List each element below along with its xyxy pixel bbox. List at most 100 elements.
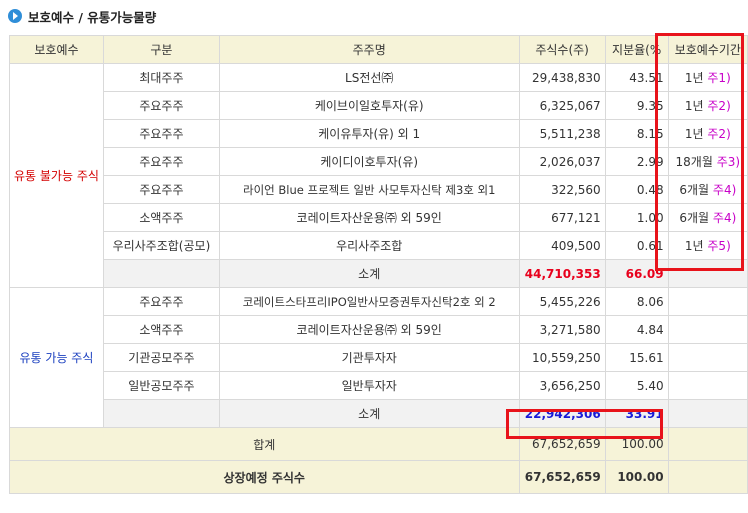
- listing-label: 상장예정 주식수: [9, 460, 520, 494]
- total-row: 합계 67,652,659 100.00: [9, 427, 748, 461]
- footnote-ref: 주5): [707, 239, 731, 253]
- row-period: [667, 371, 748, 400]
- row-ratio: 8.06: [604, 287, 669, 316]
- row-holder: LS전선㈜: [218, 63, 520, 92]
- row-ratio: 0.61: [604, 231, 669, 260]
- group-locked-label: 유통 불가능 주식: [9, 63, 104, 288]
- row-holder: 케이유투자(유) 외 1: [218, 119, 520, 148]
- row-type: 주요주주: [102, 119, 220, 148]
- footnote-ref: 주3): [716, 155, 741, 169]
- row-period: 1년 주2): [667, 91, 748, 120]
- row-ratio: 1.00: [604, 203, 669, 232]
- table-row: 소액주주 코레이트자산운용㈜ 외 59인 677,121 1.00 6개월 주4…: [10, 203, 748, 232]
- subtotal-shares: 44,710,353: [518, 259, 606, 288]
- row-shares: 3,271,580: [518, 315, 606, 344]
- row-shares: 3,656,250: [518, 371, 606, 400]
- row-shares: 5,455,226: [518, 287, 606, 316]
- row-holder: 일반투자자: [218, 371, 520, 400]
- footnote-ref: 주2): [707, 127, 731, 141]
- section-title: 보호예수 / 유통가능물량: [8, 6, 156, 26]
- row-holder: 코레이트자산운용㈜ 외 59인: [218, 203, 520, 232]
- row-type: 기관공모주주: [102, 343, 220, 372]
- table-row: 주요주주 라이언 Blue 프로젝트 일반 사모투자신탁 제3호 외1 322,…: [10, 175, 748, 204]
- row-shares: 677,121: [518, 203, 606, 232]
- row-shares: 2,026,037: [518, 147, 606, 176]
- row-period: [667, 315, 748, 344]
- row-ratio: 43.51: [604, 63, 669, 92]
- locked-subtotal-row: 소계 44,710,353 66.09: [10, 259, 748, 288]
- row-ratio: 2.99: [604, 147, 669, 176]
- total-shares: 67,652,659: [518, 427, 606, 461]
- row-ratio: 8.15: [604, 119, 669, 148]
- row-ratio: 15.61: [604, 343, 669, 372]
- table-row: 주요주주 케이유투자(유) 외 1 5,511,238 8.15 1년 주2): [10, 119, 748, 148]
- subtotal-label: 소계: [218, 399, 520, 428]
- total-ratio: 100.00: [604, 427, 669, 461]
- row-ratio: 5.40: [604, 371, 669, 400]
- listing-shares: 67,652,659: [518, 460, 606, 494]
- header-group: 보호예수: [9, 35, 104, 64]
- row-shares: 6,325,067: [518, 91, 606, 120]
- row-holder: 케이디이호투자(유): [218, 147, 520, 176]
- row-type: 주요주주: [102, 287, 220, 316]
- row-period: 6개월 주4): [667, 175, 748, 204]
- footnote-ref: 주2): [707, 99, 731, 113]
- row-shares: 5,511,238: [518, 119, 606, 148]
- row-shares: 409,500: [518, 231, 606, 260]
- header-shares: 주식수(주): [518, 35, 606, 64]
- footnote-ref: 주4): [712, 183, 737, 197]
- group-free-label: 유통 가능 주식: [9, 287, 104, 428]
- row-ratio: 9.35: [604, 91, 669, 120]
- table-row: 우리사주조합(공모) 우리사주조합 409,500 0.61 1년 주5): [10, 231, 748, 260]
- footnote-ref: 주4): [712, 211, 737, 225]
- row-type: 소액주주: [102, 203, 220, 232]
- row-type: 주요주주: [102, 175, 220, 204]
- row-holder: 우리사주조합: [218, 231, 520, 260]
- row-period: 1년 주1): [667, 63, 748, 92]
- row-type: 일반공모주주: [102, 371, 220, 400]
- header-period: 보호예수기간: [667, 35, 748, 64]
- row-period: 18개월 주3): [667, 147, 748, 176]
- subtotal-ratio: 66.09: [604, 259, 669, 288]
- lockup-table: 보호예수 구분 주주명 주식수(주) 지분율(% 보호예수기간 유통 불가능 주…: [9, 35, 748, 494]
- row-period: 6개월 주4): [667, 203, 748, 232]
- table-row: 소액주주 코레이트자산운용㈜ 외 59인 3,271,580 4.84: [10, 315, 748, 344]
- header-ratio: 지분율(%: [604, 35, 669, 64]
- subtotal-label: 소계: [218, 259, 520, 288]
- row-type: 소액주주: [102, 315, 220, 344]
- subtotal-ratio: 33.91: [604, 399, 669, 428]
- listing-ratio: 100.00: [604, 460, 669, 494]
- row-holder: 기관투자자: [218, 343, 520, 372]
- row-period: [667, 287, 748, 316]
- subtotal-shares: 22,942,306: [518, 399, 606, 428]
- row-shares: 10,559,250: [518, 343, 606, 372]
- listing-row: 상장예정 주식수 67,652,659 100.00: [9, 460, 748, 494]
- row-holder: 라이언 Blue 프로젝트 일반 사모투자신탁 제3호 외1: [218, 175, 520, 204]
- row-holder: 코레이트자산운용㈜ 외 59인: [218, 315, 520, 344]
- row-period: 1년 주5): [667, 231, 748, 260]
- row-ratio: 4.84: [604, 315, 669, 344]
- row-shares: 322,560: [518, 175, 606, 204]
- row-type: 주요주주: [102, 147, 220, 176]
- row-type: 우리사주조합(공모): [102, 231, 220, 260]
- table-row: 유통 불가능 주식 최대주주 LS전선㈜ 29,438,830 43.51 1년…: [9, 63, 748, 288]
- table-row: 유통 가능 주식 주요주주 코레이트스타프리IPO일반사모증권투자신탁2호 외 …: [9, 287, 748, 428]
- header-type: 구분: [102, 35, 220, 64]
- footnote-ref: 주1): [707, 71, 731, 85]
- row-ratio: 0.48: [604, 175, 669, 204]
- table-row: 주요주주 케이브이일호투자(유) 6,325,067 9.35 1년 주2): [10, 91, 748, 120]
- bullet-arrow-icon: [8, 9, 22, 23]
- table-header-row: 보호예수 구분 주주명 주식수(주) 지분율(% 보호예수기간: [9, 35, 748, 64]
- section-title-text: 보호예수 / 유통가능물량: [28, 9, 157, 25]
- table-row: 주요주주 케이디이호투자(유) 2,026,037 2.99 18개월 주3): [10, 147, 748, 176]
- header-holder: 주주명: [218, 35, 520, 64]
- row-type: 최대주주: [102, 63, 220, 92]
- row-holder: 코레이트스타프리IPO일반사모증권투자신탁2호 외 2: [218, 287, 520, 316]
- row-shares: 29,438,830: [518, 63, 606, 92]
- table-row: 기관공모주주 기관투자자 10,559,250 15.61: [10, 343, 748, 372]
- row-holder: 케이브이일호투자(유): [218, 91, 520, 120]
- total-label: 합계: [9, 427, 520, 461]
- row-period: 1년 주2): [667, 119, 748, 148]
- row-type: 주요주주: [102, 91, 220, 120]
- table-row: 일반공모주주 일반투자자 3,656,250 5.40: [10, 371, 748, 400]
